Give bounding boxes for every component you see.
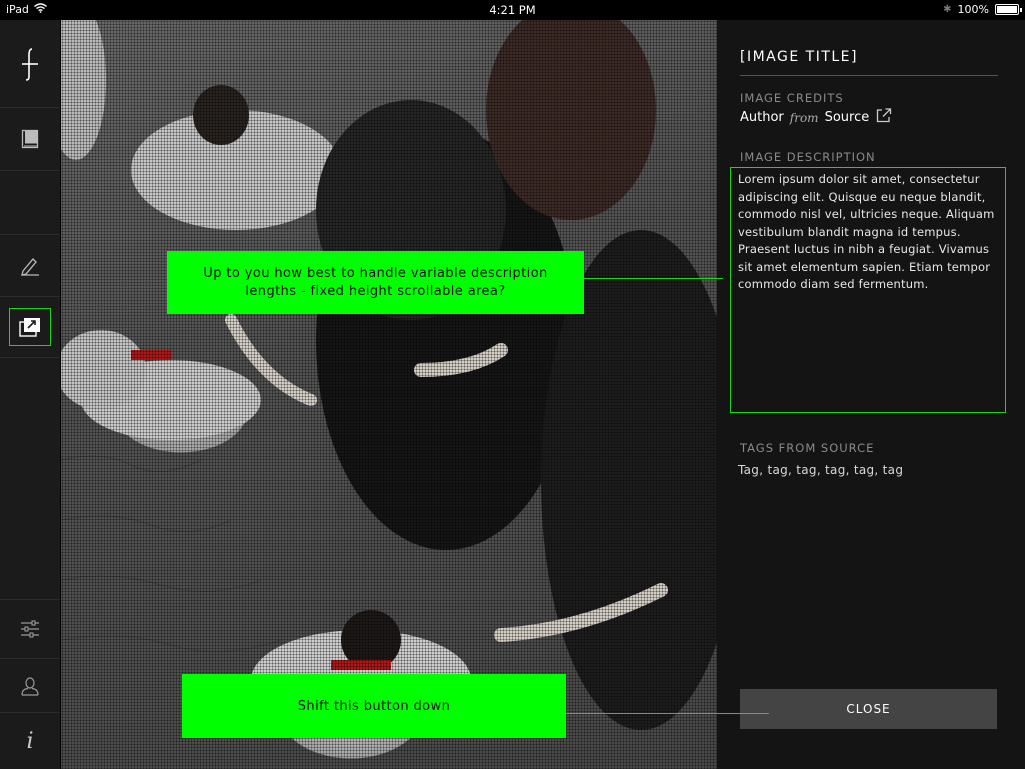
status-bar: iPad 4:21 PM ✱ 100% [0, 0, 1025, 20]
nav-item-settings[interactable] [0, 599, 60, 659]
credits-source[interactable]: Source [825, 110, 870, 125]
external-link-icon[interactable] [876, 108, 892, 127]
logo-icon [18, 47, 42, 81]
image-info-panel: [IMAGE TITLE] IMAGE CREDITS Author from … [717, 20, 1025, 769]
pen-icon [20, 256, 40, 276]
user-icon [20, 676, 40, 696]
annotation-button-note: Shift this button down [182, 674, 566, 738]
credits-line: Author from Source [740, 108, 892, 127]
image-gallery-icon [18, 316, 42, 338]
tags-text: Tag, tag, tag, tag, tag, tag [738, 463, 904, 477]
annotation-leader-line [584, 278, 723, 279]
nav-item-profile[interactable] [0, 659, 60, 713]
photo-shapes [61, 20, 717, 730]
battery-icon [995, 4, 1022, 15]
image-title: [IMAGE TITLE] [740, 49, 858, 65]
hero-photo [61, 20, 717, 769]
left-nav: i [0, 20, 60, 769]
sliders-icon [20, 620, 40, 638]
tags-label: TAGS FROM SOURCE [740, 441, 875, 455]
annotation-description-note: Up to you how best to handle variable de… [167, 251, 584, 314]
nav-item-blank[interactable] [0, 171, 60, 235]
active-highlight [9, 308, 51, 346]
battery-fill [997, 6, 1017, 13]
nav-item-info[interactable]: i [0, 713, 60, 769]
close-button[interactable]: CLOSE [740, 689, 997, 729]
title-divider [740, 75, 998, 76]
battery-percent: 100% [957, 3, 989, 16]
description-scroll-area[interactable]: Lorem ipsum dolor sit amet, consectetur … [730, 167, 1006, 413]
nav-item-gallery[interactable] [0, 297, 60, 358]
nav-item-pen[interactable] [0, 235, 60, 297]
credits-from: from [789, 110, 819, 125]
status-right: ✱ 100% [943, 3, 1022, 16]
description-label: IMAGE DESCRIPTION [740, 150, 876, 164]
annotation-leader-line [566, 713, 769, 714]
book-icon [21, 129, 39, 149]
credits-author[interactable]: Author [740, 110, 784, 125]
credits-label: IMAGE CREDITS [740, 91, 844, 105]
info-icon: i [26, 728, 34, 754]
description-text: Lorem ipsum dolor sit amet, consectetur … [738, 172, 995, 291]
nav-item-book[interactable] [0, 108, 60, 171]
nav-item-logo[interactable] [0, 20, 60, 108]
bluetooth-icon: ✱ [943, 4, 952, 15]
status-time: 4:21 PM [489, 3, 536, 17]
